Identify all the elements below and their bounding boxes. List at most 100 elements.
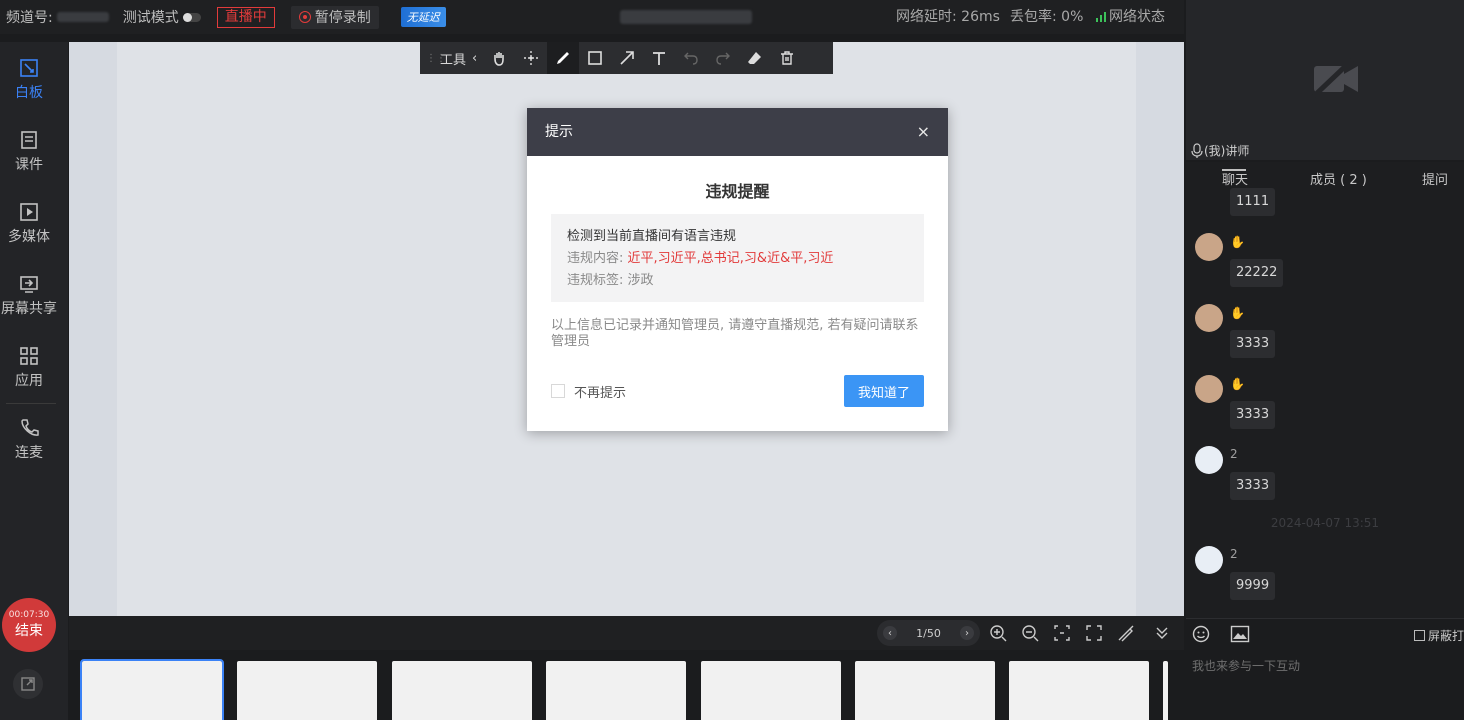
close-button[interactable]: × [917,108,930,156]
signal-icon [1096,12,1106,22]
pen-off-icon [1118,625,1134,642]
undo-icon [684,52,698,65]
violation-details: 检测到当前直播间有语言违规 违规内容: 近平,习近平,总书记,习&近&平,习近 … [551,214,924,302]
sidebar-item-whiteboard[interactable]: 白板 [0,58,58,102]
collapse-toolbar-icon[interactable]: ‹ [472,51,477,66]
hand-icon: ✋ [1230,306,1245,320]
avatar [1195,233,1223,261]
hide-annotations-button[interactable] [1115,622,1137,644]
rectangle-icon [588,51,603,65]
next-page-button[interactable]: › [959,626,974,640]
sidebar-item-media[interactable]: 多媒体 [0,202,58,246]
avatar [1195,546,1223,574]
undo-button[interactable] [675,42,707,74]
chat-input[interactable]: 我也来参与一下互动 [1192,657,1300,674]
dialog-footer: 不再提示 我知道了 [551,375,924,407]
speaker-label: (我)讲师 [1190,142,1249,159]
chat-input-area: 屏蔽打 我也来参与一下互动 [1186,618,1464,720]
sidebar-item-screen-share[interactable]: 屏幕共享 [0,274,58,318]
screen-share-icon [20,276,38,293]
violation-content-value: 近平,习近平,总书记,习&近&平,习近 [627,251,834,266]
slide-thumbnail[interactable] [855,661,995,720]
hand-icon [494,52,505,66]
violation-content-row: 违规内容: 近平,习近平,总书记,习&近&平,习近 [567,248,908,270]
chat-message: 3333 [1230,472,1276,500]
mask-toggle[interactable]: 屏蔽打 [1414,627,1464,644]
zoom-in-button[interactable] [987,622,1009,644]
slide-thumbnail[interactable] [701,661,841,720]
dialog-note: 以上信息已记录并通知管理员, 请遵守直播规范, 若有疑问请联系管理员 [551,318,919,349]
fit-button[interactable] [1051,622,1073,644]
pause-record-label: 暂停录制 [314,10,371,26]
top-bar: 频道号: 测试模式 直播中 暂停录制 无延迟 网络延时: 26ms 丢包率: 0… [0,0,1184,34]
avatar [1195,375,1223,403]
tab-members[interactable]: 成员 ( 2 ) [1310,169,1367,188]
eraser-icon [748,52,762,64]
live-timer: 00:07:30 [8,610,50,620]
hand-icon: ✋ [1230,377,1245,391]
network-status[interactable]: 网络状态 [1096,0,1165,34]
slide-thumbnail[interactable] [1009,661,1149,720]
mask-checkbox[interactable] [1414,630,1425,641]
emoji-icon[interactable] [1192,625,1210,643]
dont-show-again-checkbox[interactable] [551,384,565,398]
slide-thumbnail[interactable] [546,661,686,720]
dont-show-again-label[interactable]: 不再提示 [574,382,626,401]
left-sidebar: 白板 课件 多媒体 屏幕共享 应用 连麦 00:07:30 结束 [0,42,68,720]
slide-thumbnail[interactable] [1163,661,1168,720]
tab-active-indicator [1222,169,1246,171]
chat-message: 3333 [1230,330,1276,358]
fullscreen-button[interactable] [1083,622,1105,644]
acknowledge-button[interactable]: 我知道了 [844,375,924,407]
pen-tool-button[interactable] [547,42,580,74]
chat-message: 1111 [1230,188,1276,216]
drag-handle-icon[interactable]: ⋮⋮ [426,53,446,64]
clear-button[interactable] [771,42,803,74]
live-status-badge: 直播中 [216,6,275,28]
delete-icon [781,51,794,65]
arrow-icon [620,51,635,65]
redo-button[interactable] [707,42,739,74]
popout-button[interactable] [13,669,43,699]
fit-icon [1054,625,1070,641]
room-title-blurred [620,10,752,24]
slide-thumbnail[interactable] [392,661,532,720]
redo-icon [716,52,731,65]
slide-thumbnail[interactable] [237,661,377,720]
courseware-icon [21,131,37,149]
collapse-thumbs-button[interactable] [1151,622,1173,644]
latency-text: 网络延时: 26ms [896,9,1000,25]
sidebar-item-label: 连麦 [15,445,43,461]
pause-record-button[interactable]: 暂停录制 [290,5,379,29]
violation-content-key: 违规内容: [567,251,624,266]
hand-icon: ✋ [1230,235,1245,249]
tab-chat[interactable]: 聊天 [1222,169,1248,188]
image-icon[interactable] [1230,625,1250,643]
test-mode-toggle[interactable] [182,12,201,22]
tab-questions[interactable]: 提问 [1422,169,1448,188]
prev-page-button[interactable]: ‹ [883,626,897,640]
channel-id-blurred [56,12,109,22]
camera-off-icon [1312,58,1358,98]
pager: ‹ 1/50 › [877,620,980,646]
chat-username: 2 [1230,547,1238,561]
end-live-button[interactable]: 00:07:30 结束 [2,598,56,652]
text-tool-button[interactable] [643,42,675,74]
zoom-in-icon [990,625,1007,642]
sidebar-item-apps[interactable]: 应用 [0,346,58,390]
arrow-tool-button[interactable] [611,42,643,74]
phone-icon [21,419,39,436]
pen-icon [557,52,570,64]
eraser-tool-button[interactable] [739,42,771,74]
sidebar-item-co-host[interactable]: 连麦 [0,418,58,462]
sidebar-item-label: 多媒体 [8,229,50,245]
popout-icon [21,677,35,691]
zoom-out-button[interactable] [1019,622,1041,644]
hand-tool-button[interactable] [483,42,515,74]
sidebar-item-courseware[interactable]: 课件 [0,130,58,174]
sidebar-item-label: 课件 [15,157,43,173]
move-tool-button[interactable] [515,42,547,74]
fullscreen-icon [1086,625,1102,641]
rectangle-tool-button[interactable] [579,42,611,74]
slide-thumbnail[interactable] [80,659,224,720]
